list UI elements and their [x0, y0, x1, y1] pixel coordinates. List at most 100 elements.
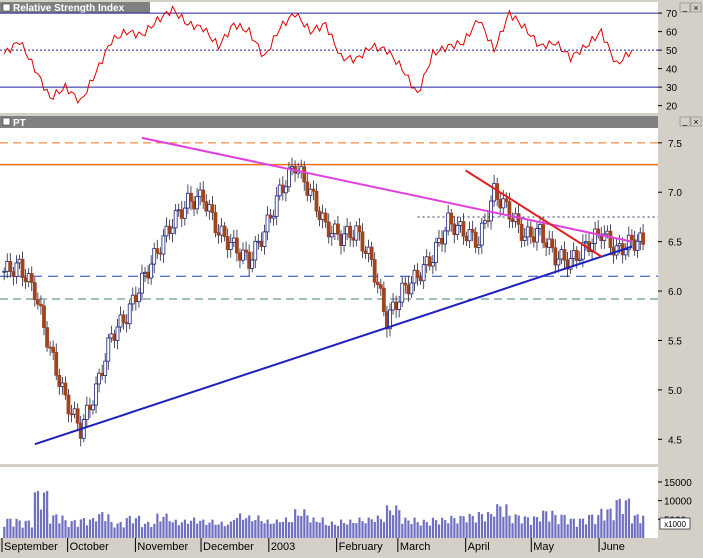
candle-body	[133, 294, 138, 303]
volume-bar	[318, 522, 321, 538]
volume-bar	[199, 520, 202, 538]
candle-body	[571, 250, 576, 259]
volume-bar	[376, 515, 379, 538]
price-title: PT	[13, 118, 26, 129]
volume-bar	[223, 526, 226, 538]
volume-bar	[30, 527, 33, 538]
candle-body	[427, 256, 432, 267]
candle-body	[629, 234, 634, 241]
candle-body	[501, 198, 506, 209]
rsi-title: Relative Strength Index	[13, 3, 125, 14]
candle-body	[381, 287, 386, 312]
candle-body	[152, 248, 157, 265]
volume-bar	[441, 517, 444, 538]
candle-body	[51, 346, 56, 353]
volume-bar	[52, 515, 55, 538]
candle-body	[574, 250, 579, 261]
volume-bar	[82, 518, 85, 538]
volume-bar	[269, 523, 272, 538]
candle-body	[91, 404, 95, 411]
volume-bar	[248, 515, 251, 538]
candle-body	[363, 250, 368, 254]
volume-bar	[3, 526, 6, 538]
volume-bar	[73, 520, 76, 538]
volume-bar	[575, 526, 578, 538]
candle-body	[164, 225, 169, 237]
candle-body	[88, 404, 92, 411]
candle-body	[290, 166, 294, 169]
candle-body	[121, 314, 126, 323]
candle-body	[228, 242, 233, 250]
candle-body	[336, 223, 340, 235]
candle-body	[137, 292, 141, 303]
candle-body	[519, 223, 524, 241]
candle-body	[467, 229, 472, 242]
volume-bar	[263, 523, 266, 538]
volume-bar	[257, 515, 260, 538]
volume-bar	[162, 516, 165, 538]
volume-bar	[297, 515, 300, 538]
volume-bar	[529, 524, 533, 538]
candle-body	[522, 236, 527, 241]
price-panel-icon[interactable]	[2, 117, 11, 126]
candle-body	[550, 238, 555, 249]
volume-bar	[88, 519, 92, 538]
candle-body	[559, 249, 564, 260]
volume-bar	[428, 525, 431, 538]
candle-body	[357, 225, 362, 233]
candle-body	[130, 294, 135, 305]
candle-body	[274, 195, 279, 217]
rsi-tick-label: 20	[666, 102, 678, 113]
candle-body	[247, 251, 252, 269]
chart-window: Relative Strength Index _ × 70 60 50 40 30 20…	[0, 0, 703, 553]
candle-body	[584, 241, 588, 244]
volume-bar	[266, 519, 269, 538]
rsi-tick-label: 70	[666, 9, 678, 20]
candle-body	[535, 228, 539, 243]
volume-bar	[367, 517, 370, 538]
volume-bar	[514, 514, 517, 538]
candle-body	[118, 314, 123, 328]
candle-body	[641, 232, 645, 245]
volume-bar	[137, 515, 141, 538]
volume-bar	[517, 515, 520, 538]
volume-bar	[499, 506, 502, 538]
candle-body	[366, 246, 371, 254]
rsi-panel-icon[interactable]	[2, 3, 11, 12]
volume-bar	[401, 523, 404, 538]
volume-bar	[385, 505, 389, 538]
candle-body	[440, 237, 444, 245]
volume-bar	[434, 520, 438, 538]
candle-body	[213, 212, 218, 234]
volume-bar	[373, 521, 376, 538]
candle-body	[57, 374, 62, 387]
volume-bar	[251, 521, 254, 538]
volume-bar	[309, 522, 312, 538]
volume-bar	[355, 523, 358, 538]
volume-bar	[272, 523, 275, 538]
volume-bar	[9, 518, 12, 538]
candle-body	[593, 228, 598, 244]
candle-body	[109, 333, 114, 339]
volume-bar	[165, 513, 168, 538]
volume-bar	[609, 508, 612, 538]
volume-bar	[450, 515, 453, 538]
candle-body	[143, 271, 147, 274]
volume-bar	[560, 514, 563, 538]
candle-body	[231, 237, 236, 243]
candle-body	[100, 372, 105, 376]
candle-body	[78, 422, 83, 439]
candle-body	[486, 220, 490, 223]
candle-body	[421, 264, 426, 282]
candle-body	[17, 258, 22, 264]
price-tick-label: 6.5	[668, 238, 682, 249]
volume-bar	[153, 523, 156, 538]
candle-body	[146, 271, 150, 279]
volume-bar	[572, 518, 575, 538]
volume-bar	[98, 514, 101, 538]
volume-bar	[312, 517, 315, 538]
volume-bar	[551, 510, 554, 538]
volume-bar	[205, 524, 208, 538]
price-tick-label: 4.5	[668, 435, 682, 446]
volume-bar	[18, 520, 21, 538]
